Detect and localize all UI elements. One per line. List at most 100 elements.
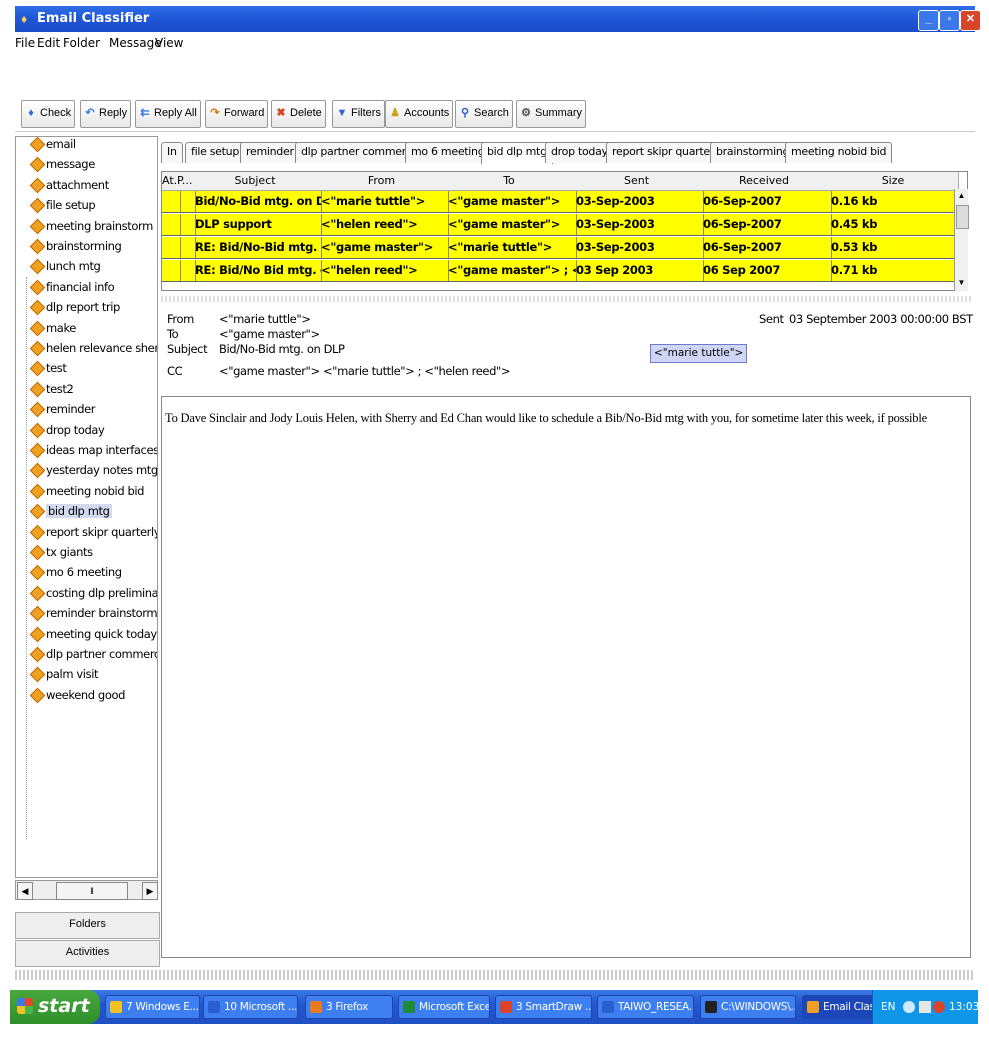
taskbar-item[interactable]: TAIWO_RESEA... <box>597 995 694 1019</box>
table-row[interactable]: DLP support <"helen reed"> <"game master">… <box>162 214 962 236</box>
folder-icon <box>29 137 46 153</box>
taskbar-item[interactable]: C:\WINDOWS\... <box>700 995 796 1019</box>
table-vertical-scrollbar[interactable]: ▲ ▼ <box>954 189 969 291</box>
scroll-right-icon[interactable]: ▶ <box>142 882 158 900</box>
menu-message[interactable]: Message <box>109 36 162 50</box>
scroll-thumb[interactable] <box>956 205 969 229</box>
col-priority[interactable]: P... <box>177 172 193 191</box>
folder-icon <box>29 544 46 561</box>
table-cell: <"helen reed"> <box>318 214 449 235</box>
scroll-up-icon[interactable]: ▲ <box>955 189 968 203</box>
tab-file-setup[interactable]: file setup <box>185 142 246 163</box>
scroll-thumb[interactable]: ‖ <box>56 882 128 900</box>
message-body[interactable]: To Dave Sinclair and Jody Louis Helen, w… <box>161 396 971 958</box>
app-icon <box>110 1001 122 1013</box>
folder-icon <box>29 442 46 459</box>
taskbar-item[interactable]: Microsoft Excel... <box>398 995 490 1019</box>
tab-in[interactable]: In <box>161 142 183 163</box>
from-label: From <box>167 312 194 326</box>
folder-icon <box>29 667 46 683</box>
taskbar-item-label: 3 SmartDraw ... <box>516 1001 592 1013</box>
taskbar-item[interactable]: 10 Microsoft ... <box>203 995 298 1019</box>
check-button[interactable]: ♦ Check <box>21 100 76 128</box>
message-header: From <"marie tuttle"> To <"game master">… <box>161 304 973 396</box>
table-cell: DLP support <box>192 214 322 235</box>
minimize-button[interactable]: _ <box>918 10 939 31</box>
taskbar-item[interactable]: 3 SmartDraw ... <box>495 995 592 1019</box>
table-row[interactable]: Bid/No-Bid mtg. on DLP<"marie tuttle"><"… <box>162 191 962 213</box>
col-size[interactable]: Size <box>828 172 959 191</box>
folder-tree[interactable]: email message attachment file setup meeting … <box>15 136 158 878</box>
tab-brainstorming[interactable]: brainstorming <box>710 142 796 163</box>
table-cell: 0.53 kb <box>828 237 962 258</box>
col-to[interactable]: To <box>445 172 574 191</box>
sender-chip[interactable]: <"marie tuttle"> <box>650 344 748 363</box>
security-icon[interactable] <box>933 1001 945 1013</box>
col-received[interactable]: Received <box>700 172 829 191</box>
table-cell: RE: Bid/No-Bid mtg. on D... <box>192 237 322 258</box>
activities-tab[interactable]: Activities <box>15 940 160 967</box>
table-cell: <"game master"> <box>445 191 577 212</box>
menu-edit[interactable]: Edit <box>37 36 60 50</box>
table-cell: 03 Sep 2003 <box>573 260 704 281</box>
check-mail-icon: ♦ <box>28 107 34 119</box>
taskbar-item[interactable]: 3 Firefox <box>305 995 393 1019</box>
tab-bid-dlp-mtg[interactable]: bid dlp mtg <box>481 142 553 164</box>
delete-button[interactable]: ✖ Delete <box>271 100 326 128</box>
message-table: At.. P... Subject From To Sent Received … <box>161 171 968 291</box>
taskbar-item[interactable]: 7 Windows E... <box>105 995 200 1019</box>
language-indicator[interactable]: EN <box>881 990 896 1024</box>
search-button[interactable]: ⚲ Search <box>455 100 513 128</box>
reply-button[interactable]: ↶ Reply <box>80 100 132 128</box>
folder-icon <box>29 503 46 520</box>
col-from[interactable]: From <box>318 172 446 191</box>
system-tray: EN 13:03 <box>872 990 979 1024</box>
table-row[interactable]: RE: Bid/No Bid mtg. on D...<"helen reed"… <box>162 260 962 282</box>
menu-folder[interactable]: Folder <box>63 36 100 50</box>
filters-button[interactable]: ▼ Filters <box>332 100 385 128</box>
summary-button[interactable]: ⚙ Summary <box>516 100 587 128</box>
table-cell: <"marie tuttle"> <box>318 191 449 212</box>
maximize-button[interactable]: ▫ <box>939 10 960 31</box>
scroll-down-icon[interactable]: ▼ <box>955 276 968 290</box>
forward-button[interactable]: ↷ Forward <box>205 100 269 128</box>
close-button[interactable]: ✕ <box>960 10 981 31</box>
pane-splitter[interactable] <box>161 296 971 302</box>
title-bar[interactable]: ♦ Email Classifier _ ▫ ✕ <box>15 6 981 32</box>
accounts-button[interactable]: ♟ Accounts <box>385 100 454 128</box>
tab-reminder[interactable]: reminder <box>240 142 300 163</box>
col-subject[interactable]: Subject <box>192 172 319 191</box>
menu-file[interactable]: File <box>15 36 35 50</box>
col-attachment[interactable]: At.. <box>162 172 181 191</box>
table-row[interactable]: RE: Bid/No-Bid mtg. on D...<"game master… <box>162 237 962 259</box>
folder-icon <box>29 177 46 194</box>
table-cell: 0.71 kb <box>828 260 962 281</box>
network-icon[interactable] <box>903 1001 915 1013</box>
folder-label: make <box>46 320 76 335</box>
folder-icon <box>29 483 46 500</box>
taskbar: start 7 Windows E... 10 Microsoft ... 3 Fi… <box>10 990 979 1024</box>
app-icon <box>807 1001 819 1013</box>
folder-label: message <box>46 157 95 172</box>
folder-icon <box>29 157 46 173</box>
tab-mo-6-meeting[interactable]: mo 6 meeting <box>405 142 491 163</box>
folder-label: lunch mtg <box>46 259 101 274</box>
tab-drop-today[interactable]: drop today <box>545 142 614 163</box>
col-sent[interactable]: Sent <box>573 172 701 191</box>
sent-value: 03 September 2003 00:00:00 BST <box>789 312 973 326</box>
tab-meeting-nobid-bid[interactable]: meeting nobid bid <box>785 142 893 163</box>
folder-icon <box>29 381 46 398</box>
folders-tab[interactable]: Folders <box>15 912 160 939</box>
taskbar-item-label: Microsoft Excel... <box>419 1001 490 1013</box>
tree-horizontal-scrollbar[interactable]: ◀ ‖ ▶ <box>15 880 158 900</box>
to-label: To <box>167 327 179 341</box>
menu-view[interactable]: View <box>155 36 183 50</box>
table-cell: <"game master"> <box>445 214 577 235</box>
scroll-left-icon[interactable]: ◀ <box>17 882 33 900</box>
taskbar-item[interactable]: Email Classifier <box>802 995 874 1019</box>
start-button[interactable]: start <box>10 990 100 1024</box>
app-icon <box>500 1001 512 1013</box>
reply-all-button[interactable]: ⇇ Reply All <box>135 100 201 128</box>
speaker-icon[interactable] <box>919 1001 931 1013</box>
cc-label: CC <box>167 364 183 378</box>
